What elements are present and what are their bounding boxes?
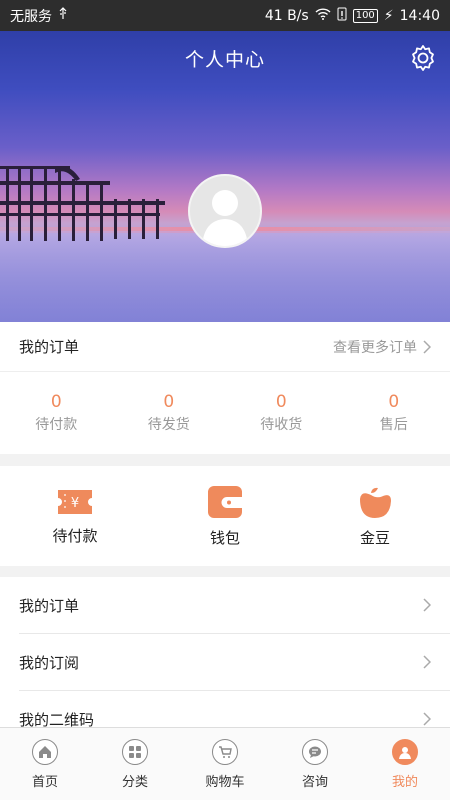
battery-icon: 100 xyxy=(352,8,378,23)
menu-item-orders[interactable]: 我的订单 xyxy=(19,577,450,634)
bean-icon xyxy=(360,487,391,518)
stat-label: 售后 xyxy=(379,417,408,433)
quick-label: 钱包 xyxy=(209,528,240,547)
stat-label: 待付款 xyxy=(35,417,78,433)
carrier-text: 无服务 xyxy=(10,8,52,25)
ticket-yen-icon: ¥ xyxy=(58,489,92,514)
quick-label: 金豆 xyxy=(359,528,390,547)
view-more-label: 查看更多订单 xyxy=(333,339,417,356)
wifi-icon xyxy=(315,7,331,24)
page-title: 个人中心 xyxy=(184,49,265,71)
cart-icon xyxy=(212,738,238,765)
category-icon xyxy=(122,738,148,765)
quick-actions: ¥ 待付款 钱包 金豆 xyxy=(0,466,450,566)
network-speed: 41 B/s xyxy=(264,7,309,24)
stat-label: 待发货 xyxy=(147,417,190,433)
stat-label: 待收货 xyxy=(260,417,303,433)
tab-label: 我的 xyxy=(391,774,418,790)
stat-pending-receipt[interactable]: 0 待收货 xyxy=(225,372,338,454)
quick-pending-payment[interactable]: ¥ 待付款 xyxy=(0,466,150,566)
bottom-tab-bar: 首页 分类 购物车 咨询 我的 xyxy=(0,727,450,800)
pier-silhouette xyxy=(0,166,165,241)
avatar[interactable] xyxy=(188,174,262,248)
orders-header[interactable]: 我的订单 查看更多订单 xyxy=(0,322,450,372)
menu-item-label: 我的订单 xyxy=(19,596,80,615)
stat-after-sales[interactable]: 0 售后 xyxy=(338,372,450,454)
gear-icon xyxy=(412,45,434,71)
chevron-right-icon xyxy=(423,339,431,354)
svg-text:¥: ¥ xyxy=(71,496,79,511)
stat-count: 0 xyxy=(163,392,175,412)
stat-count: 0 xyxy=(50,392,62,412)
tab-label: 购物车 xyxy=(205,774,245,790)
menu-list: 我的订单 我的订阅 我的二维码 xyxy=(0,577,450,748)
usb-icon xyxy=(58,6,68,25)
stat-count: 0 xyxy=(388,392,400,412)
view-more-orders-link[interactable]: 查看更多订单 xyxy=(333,337,431,357)
chevron-right-icon xyxy=(423,598,431,612)
menu-item-label: 我的订阅 xyxy=(19,653,80,672)
stat-count: 0 xyxy=(275,392,287,412)
tab-category[interactable]: 分类 xyxy=(90,728,180,800)
profile-icon xyxy=(392,738,418,765)
quick-wallet[interactable]: 钱包 xyxy=(150,466,300,566)
quick-gold-beans[interactable]: 金豆 xyxy=(300,466,450,566)
tab-cart[interactable]: 购物车 xyxy=(180,728,270,800)
tab-home[interactable]: 首页 xyxy=(0,728,90,800)
tab-consult[interactable]: 咨询 xyxy=(270,728,360,800)
order-status-row: 0 待付款 0 待发货 0 待收货 0 售后 xyxy=(0,372,450,454)
menu-item-subscriptions[interactable]: 我的订阅 xyxy=(19,634,450,691)
charging-icon: ⚡ xyxy=(383,7,394,24)
default-user-icon xyxy=(202,190,248,246)
clock-text: 14:40 xyxy=(399,7,440,24)
home-icon xyxy=(32,738,58,765)
tab-label: 首页 xyxy=(31,774,58,790)
settings-button[interactable] xyxy=(408,43,438,73)
status-bar: 无服务 41 B/s 100 ⚡ 14:40 xyxy=(0,0,450,31)
profile-hero: 个人中心 xyxy=(0,31,450,322)
chat-icon xyxy=(302,738,328,765)
orders-title: 我的订单 xyxy=(19,338,80,356)
stat-pending-shipment[interactable]: 0 待发货 xyxy=(113,372,226,454)
tab-label: 分类 xyxy=(121,774,148,790)
chevron-right-icon xyxy=(423,712,431,726)
wallet-icon xyxy=(208,485,242,518)
stat-pending-payment[interactable]: 0 待付款 xyxy=(0,372,113,454)
quick-label: 待付款 xyxy=(52,526,98,545)
sim-alert-icon xyxy=(337,7,347,25)
chevron-right-icon xyxy=(423,655,431,669)
tab-mine[interactable]: 我的 xyxy=(360,728,450,800)
tab-label: 咨询 xyxy=(301,774,328,790)
